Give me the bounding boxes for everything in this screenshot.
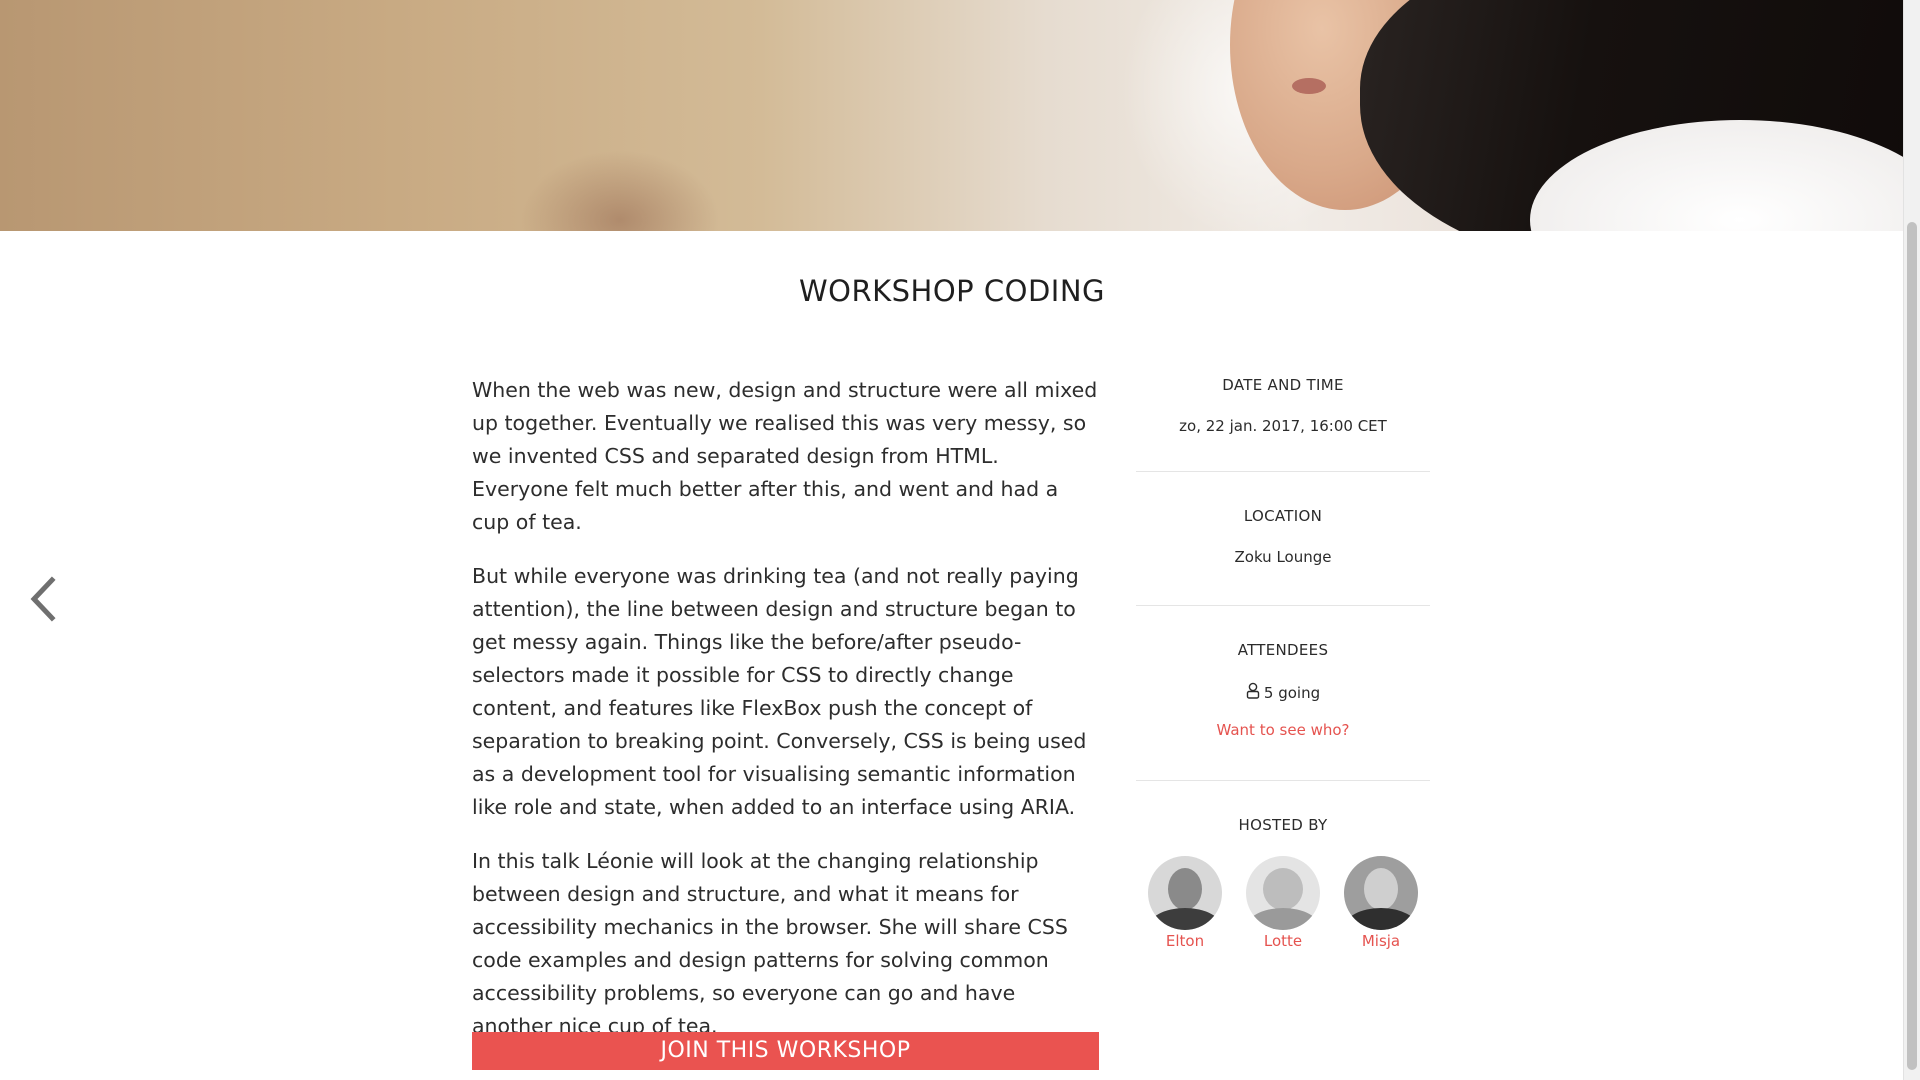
host-misja[interactable]: Misja (1344, 856, 1418, 950)
description-paragraph: In this talk Léonie will look at the cha… (472, 849, 1068, 1038)
host-name: Lotte (1263, 932, 1303, 950)
host-elton[interactable]: Elton (1148, 856, 1222, 950)
event-details-sidebar: DATE AND TIME zo, 22 jan. 2017, 16:00 CE… (1136, 362, 1430, 950)
description-paragraph: But while everyone was drinking tea (and… (472, 564, 1087, 819)
hero-image (0, 0, 1904, 231)
attendees-section: ATTENDEES 5 going Want to see who? (1136, 606, 1430, 781)
hosted-by-label: HOSTED BY (1238, 816, 1328, 834)
date-section: DATE AND TIME zo, 22 jan. 2017, 16:00 CE… (1136, 362, 1430, 472)
hero-lips-shape (1292, 78, 1326, 94)
scrollbar-thumb[interactable] (1907, 222, 1917, 1070)
location-section: LOCATION Zoku Lounge (1136, 472, 1430, 606)
location-value: Zoku Lounge (1234, 548, 1332, 566)
host-lotte[interactable]: Lotte (1246, 856, 1320, 950)
host-list: Elton Lotte Misja (1136, 856, 1430, 950)
user-icon (1246, 682, 1260, 703)
location-label: LOCATION (1243, 507, 1323, 525)
avatar (1246, 856, 1320, 930)
see-attendees-link[interactable]: Want to see who? (1216, 721, 1349, 739)
host-name: Misja (1361, 932, 1401, 950)
page-title: WORKSHOP CODING (798, 274, 1106, 308)
hero-hand-shape (520, 150, 720, 231)
workshop-description: When the web was new, design and structu… (472, 374, 1100, 1064)
attendees-label: ATTENDEES (1237, 641, 1329, 659)
host-name: Elton (1165, 932, 1205, 950)
hosts-section: HOSTED BY Elton Lotte Misja (1136, 781, 1430, 950)
date-value: zo, 22 jan. 2017, 16:00 CET (1179, 417, 1387, 435)
attendees-going-text: 5 going (1263, 683, 1321, 702)
attendees-count: 5 going (1246, 682, 1320, 703)
avatar (1344, 856, 1418, 930)
page-scrollbar[interactable] (1903, 0, 1920, 1080)
description-paragraph: When the web was new, design and structu… (472, 378, 1098, 534)
join-workshop-button[interactable]: JOIN THIS WORKSHOP (472, 1032, 1099, 1070)
attendees-count-row: 5 going (1136, 682, 1430, 703)
avatar (1148, 856, 1222, 930)
date-label: DATE AND TIME (1222, 376, 1344, 394)
chevron-left-icon[interactable] (26, 574, 66, 624)
